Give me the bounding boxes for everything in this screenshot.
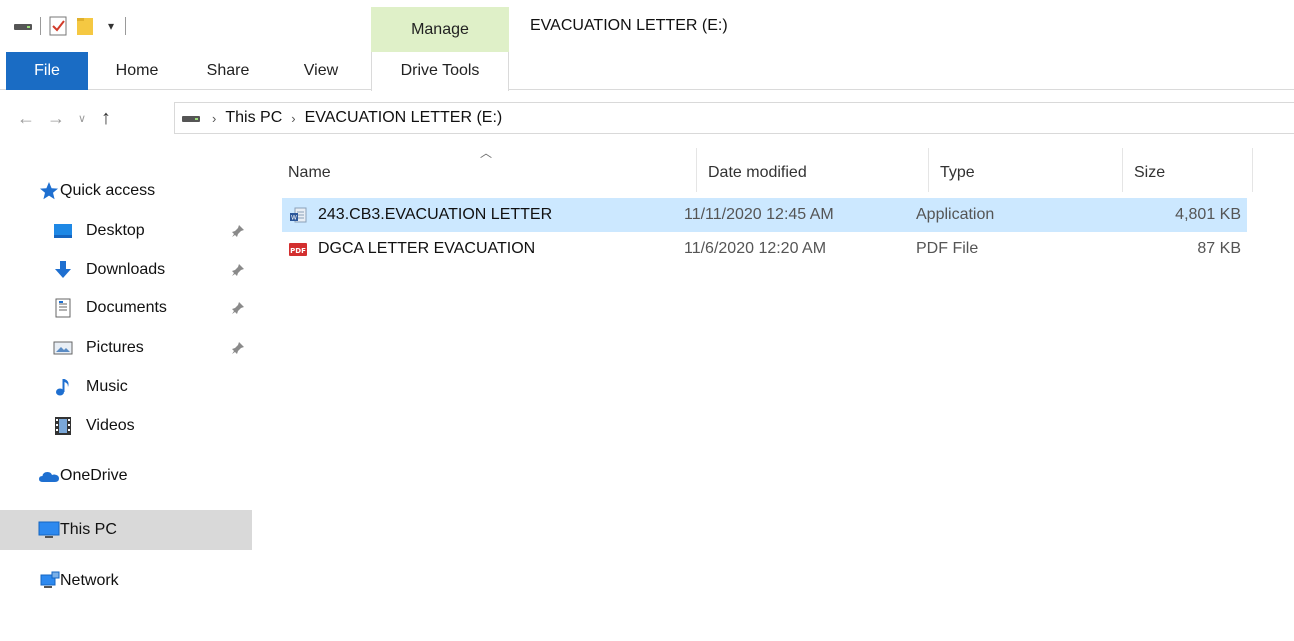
manage-label: Manage <box>411 21 469 38</box>
sidebar-item-videos[interactable]: Videos <box>0 407 252 445</box>
quick-access-toolbar: ▾ <box>12 14 126 38</box>
breadcrumb-drive[interactable]: EVACUATION LETTER (E:) <box>305 109 503 127</box>
breadcrumb-chevron-icon[interactable]: › <box>291 111 295 126</box>
sort-ascending-icon: ︿ <box>480 146 493 160</box>
toolbar-separator <box>125 17 126 35</box>
customize-toolbar-icon[interactable]: ▾ <box>103 19 119 33</box>
sidebar-item-desktop[interactable]: Desktop <box>0 212 252 250</box>
drive-icon <box>179 108 203 128</box>
forward-arrow-icon[interactable]: → <box>44 106 68 130</box>
column-header-date-modified[interactable]: Date modified <box>708 158 807 188</box>
sidebar-item-label: Network <box>60 572 119 589</box>
star-icon <box>38 180 60 202</box>
file-size: 4,801 KB <box>1175 206 1241 223</box>
tab-file[interactable]: File <box>6 52 88 90</box>
network-icon <box>38 570 60 592</box>
pdf-icon: PDF <box>288 239 308 259</box>
videos-icon <box>52 415 74 437</box>
sidebar-item-label: Quick access <box>60 182 156 199</box>
back-arrow-icon[interactable]: ← <box>14 106 38 130</box>
file-date-modified: 11/11/2020 12:45 AM <box>684 206 834 223</box>
pin-icon[interactable] <box>230 300 246 316</box>
documents-icon <box>52 297 74 319</box>
window-title: EVACUATION LETTER (E:) <box>530 17 728 34</box>
column-divider[interactable] <box>696 148 697 192</box>
file-row[interactable]: W 243.CB3.EVACUATION LETTER 11/11/2020 1… <box>282 198 1247 232</box>
toolbar-separator <box>40 17 41 35</box>
tab-drive-tools[interactable]: Drive Tools <box>371 52 509 91</box>
tab-share[interactable]: Share <box>192 52 264 90</box>
sidebar-item-this-pc[interactable]: This PC <box>0 510 252 550</box>
svg-text:W: W <box>291 215 297 222</box>
svg-text:PDF: PDF <box>290 247 306 255</box>
navigation-bar: ← → ∨ ↑ › This PC › EVACUATION LETTER (E… <box>0 90 1294 144</box>
ribbon-tabs: File Home Share View Drive Tools <box>0 52 1294 91</box>
breadcrumb-this-pc[interactable]: This PC <box>225 109 282 127</box>
computer-icon <box>38 519 60 541</box>
file-list: ︿ Name Date modified Type Size W 243.CB3… <box>258 144 1294 641</box>
tab-view[interactable]: View <box>286 52 356 90</box>
pictures-icon <box>52 337 74 359</box>
navigation-pane: Quick access Desktop Downloads Documents <box>0 144 258 641</box>
file-size: 87 KB <box>1197 240 1241 257</box>
properties-icon[interactable] <box>47 15 69 37</box>
file-type: PDF File <box>916 240 979 257</box>
application-icon: W <box>288 205 308 225</box>
sidebar-item-label: Music <box>86 378 128 395</box>
downloads-icon <box>52 259 74 281</box>
file-date-modified: 11/6/2020 12:20 AM <box>684 240 827 257</box>
sidebar-item-label: This PC <box>60 521 117 538</box>
pin-icon[interactable] <box>230 262 246 278</box>
sidebar-item-pictures[interactable]: Pictures <box>0 329 252 367</box>
column-header-name[interactable]: Name <box>288 158 331 188</box>
onedrive-icon <box>38 465 60 487</box>
file-name: 243.CB3.EVACUATION LETTER <box>318 206 553 223</box>
sidebar-item-network[interactable]: Network <box>0 562 252 600</box>
sidebar-item-label: Downloads <box>86 261 166 278</box>
column-header-type[interactable]: Type <box>940 158 975 188</box>
sidebar-item-label: Videos <box>86 417 135 434</box>
file-row[interactable]: PDF DGCA LETTER EVACUATION 11/6/2020 12:… <box>282 232 1247 266</box>
pin-icon[interactable] <box>230 340 246 356</box>
address-bar[interactable]: › This PC › EVACUATION LETTER (E:) <box>174 102 1294 134</box>
column-divider[interactable] <box>1122 148 1123 192</box>
column-divider[interactable] <box>1252 148 1253 192</box>
recent-locations-chevron-icon[interactable]: ∨ <box>72 106 92 130</box>
pin-icon[interactable] <box>230 223 246 239</box>
sidebar-item-music[interactable]: Music <box>0 368 252 406</box>
sidebar-item-downloads[interactable]: Downloads <box>0 251 252 289</box>
file-type: Application <box>916 206 995 223</box>
desktop-folder-icon <box>52 220 74 242</box>
manage-context-group[interactable]: Manage <box>371 7 509 52</box>
tab-home[interactable]: Home <box>100 52 174 90</box>
sidebar-item-label: Documents <box>86 299 167 316</box>
sidebar-item-documents[interactable]: Documents <box>0 289 252 327</box>
column-divider[interactable] <box>928 148 929 192</box>
sidebar-item-label: OneDrive <box>60 467 128 484</box>
music-icon <box>52 376 74 398</box>
drive-icon[interactable] <box>12 15 34 37</box>
breadcrumb-chevron-icon[interactable]: › <box>212 111 216 126</box>
sidebar-item-label: Desktop <box>86 222 145 239</box>
sidebar-item-label: Pictures <box>86 339 144 356</box>
title-bar: ▾ Manage EVACUATION LETTER (E:) <box>0 0 1294 52</box>
new-folder-icon[interactable] <box>75 15 97 37</box>
sidebar-item-onedrive[interactable]: OneDrive <box>0 457 252 495</box>
sidebar-item-quick-access[interactable]: Quick access <box>0 172 252 210</box>
file-name: DGCA LETTER EVACUATION <box>318 240 536 257</box>
up-arrow-icon[interactable]: ↑ <box>94 106 118 130</box>
column-header-size[interactable]: Size <box>1134 158 1165 188</box>
